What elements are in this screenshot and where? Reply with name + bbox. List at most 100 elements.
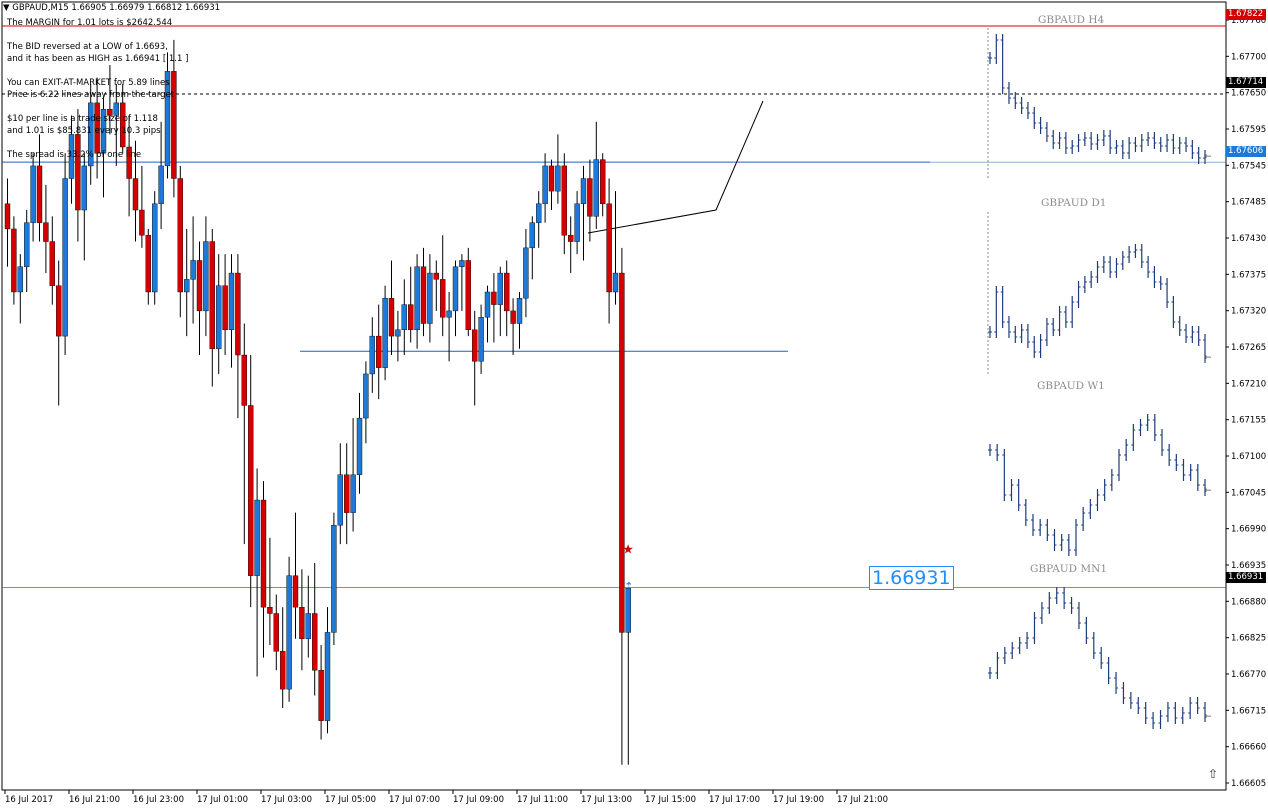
info-target: Price is 6.22 lines away from the target xyxy=(7,90,175,100)
candle-body-48 xyxy=(312,613,318,671)
candle-body-26 xyxy=(171,71,177,179)
candle-body-23 xyxy=(151,203,158,293)
info-exit: You can EXIT-AT-MARKET for 5.89 lines xyxy=(7,78,170,88)
candle-body-74 xyxy=(478,317,484,362)
candle-body-84 xyxy=(542,165,548,204)
candle-body-49 xyxy=(318,670,324,721)
x-tick-label-9: 17 Jul 13:00 xyxy=(581,795,632,805)
candle-body-41 xyxy=(267,606,273,614)
y-tick-label-14: 1.67045 xyxy=(1231,488,1266,498)
candle-body-22 xyxy=(145,235,152,293)
candle-body-75 xyxy=(484,291,491,318)
candle-body-73 xyxy=(472,329,478,362)
candle-body-95 xyxy=(612,272,619,293)
y-tick-label-11: 1.67210 xyxy=(1231,379,1266,389)
candle-body-65 xyxy=(420,266,427,324)
y-tick-label-12: 1.67155 xyxy=(1231,416,1266,426)
plot-frame xyxy=(1,1,1227,791)
y-tick-label-17: 1.66880 xyxy=(1231,597,1266,607)
candle-body-94 xyxy=(606,203,612,293)
candle-body-8 xyxy=(56,285,62,337)
price-label-red: 1.67822 xyxy=(1226,9,1266,20)
x-tick-label-11: 17 Jul 17:00 xyxy=(709,795,760,805)
y-tick-label-10: 1.67265 xyxy=(1231,343,1266,353)
candle-body-59 xyxy=(382,298,388,368)
candle-body-18 xyxy=(119,102,126,148)
x-tick-label-7: 17 Jul 09:00 xyxy=(453,795,504,805)
candle-body-4 xyxy=(30,165,36,223)
chart-header: ▼ GBPAUD,M15 1.66905 1.66979 1.66812 1.6… xyxy=(3,3,220,13)
candle-body-30 xyxy=(196,260,203,312)
mini-title-h4: GBPAUD H4 xyxy=(1038,14,1105,26)
x-tick-label-1: 16 Jul 21:00 xyxy=(69,795,120,805)
candle-body-88 xyxy=(568,235,574,242)
candle-body-34 xyxy=(222,285,228,331)
x-tick-label-10: 17 Jul 15:00 xyxy=(645,795,696,805)
candle-body-93 xyxy=(600,159,606,204)
y-tick-label-4: 1.67595 xyxy=(1231,125,1266,135)
x-tick-label-3: 17 Jul 01:00 xyxy=(197,795,248,805)
candle-body-44 xyxy=(286,575,292,690)
price-label-dotted: 1.67714 xyxy=(1226,77,1266,88)
candle-body-31 xyxy=(203,241,209,312)
candle-body-1 xyxy=(11,228,17,293)
chart-header-text: GBPAUD,M15 1.66905 1.66979 1.66812 1.669… xyxy=(12,3,221,13)
candle-body-90 xyxy=(580,178,587,204)
y-tick-label-2: 1.67700 xyxy=(1231,52,1266,62)
candle-body-70 xyxy=(452,266,459,312)
candle-body-58 xyxy=(376,335,382,368)
candle-body-51 xyxy=(331,525,337,633)
candle-body-54 xyxy=(350,474,356,513)
mini-title-d1: GBPAUD D1 xyxy=(1041,197,1107,209)
info-margin: The MARGIN for 1.01 lots is $2642.544 xyxy=(7,18,173,28)
candle-body-66 xyxy=(427,272,433,324)
candle-body-71 xyxy=(459,260,465,267)
x-tick-label-6: 17 Jul 07:00 xyxy=(389,795,440,805)
x-tick-label-4: 17 Jul 03:00 xyxy=(261,795,312,805)
candle-body-56 xyxy=(363,373,369,419)
mini-d1-arrow: ← xyxy=(1204,353,1212,363)
y-tick-label-7: 1.67430 xyxy=(1231,234,1266,244)
candle-body-78 xyxy=(504,272,510,312)
info-spread: The spread is 33.2% of one line xyxy=(7,150,142,160)
price-chart[interactable]: ←←←← ★⇡1.677601.677001.676501.675951.675… xyxy=(0,0,1268,809)
candle-body-87 xyxy=(561,165,567,236)
candle-body-12 xyxy=(81,165,88,211)
candle-body-40 xyxy=(260,499,267,608)
x-tick-label-2: 16 Jul 23:00 xyxy=(133,795,184,805)
candle-body-81 xyxy=(523,247,529,299)
y-tick-label-20: 1.66715 xyxy=(1231,706,1266,716)
candle-body-21 xyxy=(139,209,145,236)
candle-body-50 xyxy=(324,632,331,721)
candle-body-45 xyxy=(292,575,299,608)
candle-body-92 xyxy=(593,159,599,217)
candle-body-60 xyxy=(388,298,395,337)
candle-body-47 xyxy=(305,613,311,639)
candle-body-63 xyxy=(408,304,414,331)
mini-mn1-arrow: ← xyxy=(1204,712,1212,722)
candle-body-76 xyxy=(491,291,497,305)
candle-body-67 xyxy=(433,272,439,280)
y-tick-label-18: 1.66825 xyxy=(1231,634,1266,644)
candle-body-11 xyxy=(75,134,81,211)
candle-body-77 xyxy=(497,272,503,305)
price-label-blue: 1.67606 xyxy=(1226,146,1266,157)
y-tick-label-9: 1.67320 xyxy=(1231,307,1266,317)
x-tick-label-5: 17 Jul 05:00 xyxy=(325,795,376,805)
info-bid-low: The BID reversed at a LOW of 1.6693, xyxy=(7,42,168,52)
scroll-icon[interactable]: ⇧ xyxy=(1208,767,1218,781)
candle-body-7 xyxy=(49,241,55,286)
candle-body-57 xyxy=(369,335,375,375)
candle-body-28 xyxy=(183,279,190,293)
mini-title-w1: GBPAUD W1 xyxy=(1037,380,1105,392)
mini-w1-arrow: ← xyxy=(1204,486,1212,496)
candle-body-27 xyxy=(177,178,184,293)
trend-line xyxy=(587,100,764,234)
candle-body-29 xyxy=(190,260,196,280)
candle-body-79 xyxy=(510,310,516,324)
mini-h4-arrow: ← xyxy=(1204,152,1212,162)
chart-menu-icon[interactable]: ▼ xyxy=(3,3,10,13)
y-tick-label-15: 1.66990 xyxy=(1231,525,1266,535)
x-tick-label-0: 16 Jul 2017 xyxy=(5,795,53,805)
y-tick-label-8: 1.67375 xyxy=(1231,270,1266,280)
